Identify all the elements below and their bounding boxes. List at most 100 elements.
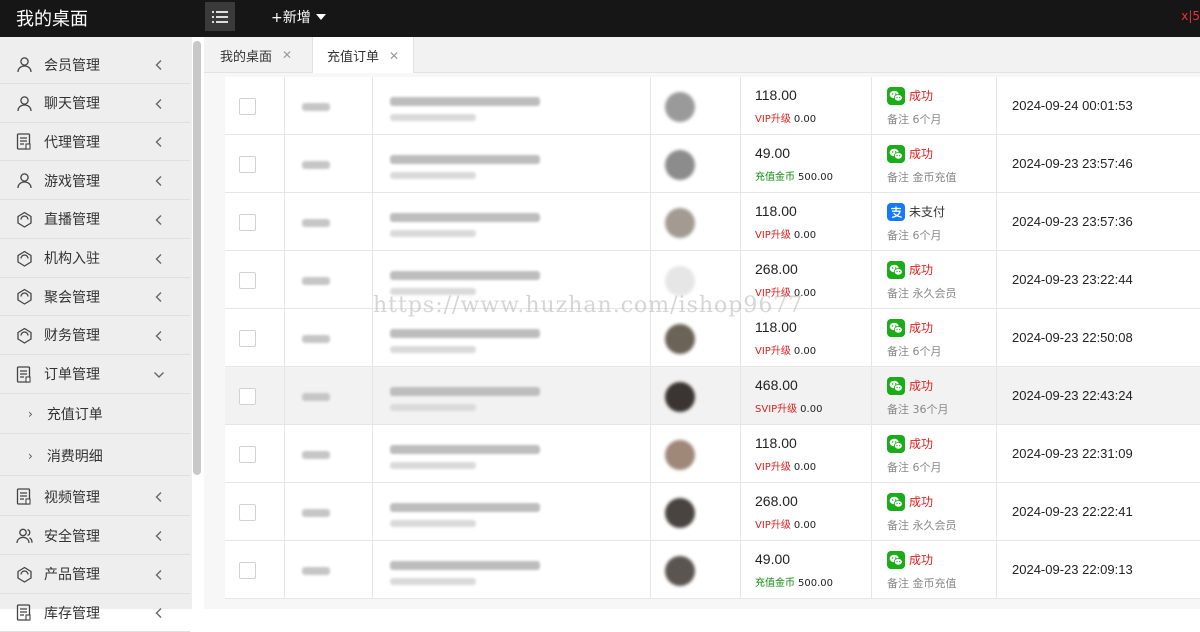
status-badge: 成功 xyxy=(909,553,934,567)
order-amount: 118.00 xyxy=(755,87,797,103)
wechat-pay-icon xyxy=(887,319,905,337)
row-checkbox[interactable] xyxy=(239,272,256,289)
table-cell xyxy=(741,483,872,541)
header-right-text[interactable]: x|5 xyxy=(1181,9,1200,23)
order-type-label: 充值金币 xyxy=(755,578,795,589)
table-row[interactable]: 268.00 VIP升级 0.00 成功 备注 永久会员 2024-09-23 23:22… xyxy=(225,251,1200,309)
sidebar-subitem[interactable]: › 充值订单 xyxy=(0,394,190,435)
row-checkbox[interactable] xyxy=(239,98,256,115)
order-type-label: VIP升级 xyxy=(755,114,791,125)
order-type-value: 0.00 xyxy=(793,114,817,125)
sidebar-item[interactable]: 聊天管理 xyxy=(0,85,190,123)
table-row[interactable]: 118.00 VIP升级 0.00 成功 备注 6个月 2024-09-24 00:01:… xyxy=(225,77,1200,135)
order-user-blurred xyxy=(390,404,476,411)
row-checkbox[interactable] xyxy=(239,446,256,463)
list-icon xyxy=(212,10,228,23)
table-row[interactable]: 268.00 VIP升级 0.00 成功 备注 永久会员 2024-09-23 22:22… xyxy=(225,483,1200,541)
sidebar-item[interactable]: 安全管理 xyxy=(0,517,190,555)
order-type: SVIP升级 0.00 xyxy=(755,400,822,415)
row-checkbox[interactable] xyxy=(239,504,256,521)
order-number-blurred xyxy=(390,97,540,106)
status-badge: 成功 xyxy=(909,89,934,103)
tab-recharge-orders[interactable]: 充值订单 ✕ xyxy=(312,37,415,74)
sidebar-item[interactable]: 库存管理 xyxy=(0,594,190,632)
order-type-label: VIP升级 xyxy=(755,230,791,241)
bell-icon xyxy=(15,249,33,267)
top-header: 我的桌面 +新增 x|5 xyxy=(0,0,1200,37)
row-checkbox[interactable] xyxy=(239,214,256,231)
close-icon[interactable]: ✕ xyxy=(389,49,399,63)
order-time: 2024-09-23 23:22:44 xyxy=(1012,272,1133,287)
row-checkbox[interactable] xyxy=(239,388,256,405)
order-user-blurred xyxy=(390,114,476,121)
row-checkbox[interactable] xyxy=(239,562,256,579)
avatar xyxy=(665,324,695,354)
caret-down-icon xyxy=(315,14,326,20)
sidebar-item[interactable]: 产品管理 xyxy=(0,556,190,594)
add-new-dropdown[interactable]: +新增 xyxy=(271,7,326,27)
user-icon xyxy=(15,172,33,190)
row-checkbox[interactable] xyxy=(239,330,256,347)
sidebar-item[interactable]: 直播管理 xyxy=(0,201,190,239)
chevron-left-icon xyxy=(155,608,162,619)
sidebar-scrollbar[interactable] xyxy=(193,41,201,475)
order-type: VIP升级 0.00 xyxy=(755,110,816,125)
sidebar-item[interactable]: 视频管理 xyxy=(0,478,190,517)
sidebar-item[interactable]: 财务管理 xyxy=(0,317,190,355)
user-icon xyxy=(15,94,33,112)
status-badge: 成功 xyxy=(909,495,934,509)
sidebar-subitem[interactable]: › 消费明细 xyxy=(0,436,190,477)
sidebar-item-label: 安全管理 xyxy=(44,528,100,545)
tab-desktop[interactable]: 我的桌面 ✕ xyxy=(220,37,292,73)
table-cell xyxy=(373,541,651,599)
sidebar-item[interactable]: 机构入驻 xyxy=(0,240,190,278)
order-number-blurred xyxy=(390,213,540,222)
chevron-right-icon: › xyxy=(28,448,33,463)
sidebar-item[interactable]: 代理管理 xyxy=(0,123,190,162)
chevron-left-icon xyxy=(155,492,162,503)
user-icon xyxy=(15,56,33,74)
status-badge: 成功 xyxy=(909,147,934,161)
sidebar-item[interactable]: 会员管理 xyxy=(0,46,190,84)
order-type: VIP升级 0.00 xyxy=(755,458,816,473)
chevron-left-icon xyxy=(155,98,162,109)
menu-toggle-button[interactable] xyxy=(205,2,235,31)
table-row[interactable]: 118.00 VIP升级 0.00 成功 备注 6个月 2024-09-23 22:31:… xyxy=(225,425,1200,483)
status-badge: 成功 xyxy=(909,263,934,277)
wechat-pay-icon xyxy=(887,493,905,511)
order-type-label: VIP升级 xyxy=(755,346,791,357)
order-type-value: 0.00 xyxy=(800,404,823,415)
order-user-blurred xyxy=(390,172,476,179)
sidebar-item[interactable]: 聚会管理 xyxy=(0,278,190,317)
order-remark: 备注 金币充值 xyxy=(887,171,957,184)
sidebar-item-label: 视频管理 xyxy=(44,489,100,506)
table-cell xyxy=(373,309,651,367)
wechat-pay-icon xyxy=(887,551,905,569)
table-cell xyxy=(373,425,651,483)
order-type-value: 0.00 xyxy=(793,520,817,531)
sidebar-item[interactable]: 游戏管理 xyxy=(0,162,190,201)
order-number-blurred xyxy=(390,155,540,164)
chevron-right-icon: › xyxy=(28,406,33,421)
sidebar-item-label: 会员管理 xyxy=(44,57,100,74)
table-row[interactable]: 49.00 充值金币 500.00 成功 备注 金币充值 2024-09-23 23:57… xyxy=(225,135,1200,193)
wechat-pay-icon xyxy=(887,261,905,279)
bell-icon xyxy=(15,288,33,306)
sidebar: 会员管理聊天管理 代理管理 游戏管理 直播管理 机构入驻 聚会管理 财务管理 订单管理 › 充值订… xyxy=(0,37,192,632)
sidebar-item[interactable]: 订单管理 xyxy=(0,356,190,394)
table-row[interactable]: 118.00 VIP升级 0.00 成功 备注 6个月 2024-09-23 22:50:… xyxy=(225,309,1200,367)
table-row[interactable]: 49.00 充值金币 500.00 成功 备注 金币充值 2024-09-23 22:09… xyxy=(225,541,1200,599)
order-type-value: 500.00 xyxy=(798,578,833,589)
order-remark: 备注 6个月 xyxy=(887,345,942,358)
table-row[interactable]: 468.00 SVIP升级 0.00 成功 备注 36个月 2024-09-23 22:4… xyxy=(225,367,1200,425)
chevron-left-icon xyxy=(155,214,162,225)
order-id-blurred xyxy=(302,509,330,517)
close-icon[interactable]: ✕ xyxy=(282,48,292,62)
table-cell xyxy=(741,367,872,425)
chevron-left-icon xyxy=(155,569,162,580)
order-type-value: 0.00 xyxy=(793,230,817,241)
table-cell xyxy=(373,77,651,135)
order-type-label: VIP升级 xyxy=(755,520,791,531)
table-row[interactable]: 118.00 VIP升级 0.00 未支付 备注 6个月 2024-09-23 23:57… xyxy=(225,193,1200,251)
row-checkbox[interactable] xyxy=(239,156,256,173)
